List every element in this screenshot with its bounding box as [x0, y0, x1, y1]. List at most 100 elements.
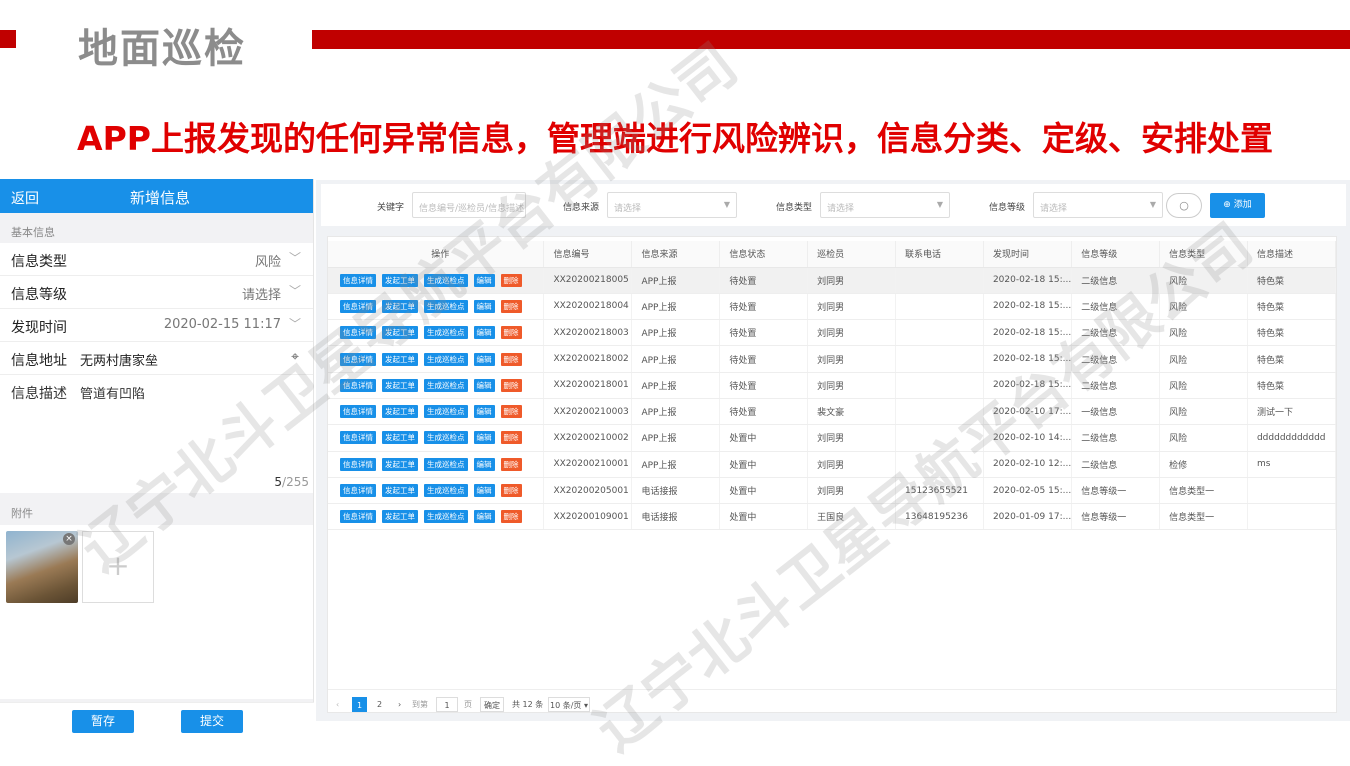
create-workorder-button[interactable]: 发起工单 — [382, 273, 418, 287]
table-row[interactable]: 信息详情 发起工单 生成巡检点 编辑 删除 XX20200218003 APP上报 待处置 刘同… — [328, 319, 1337, 347]
detail-button[interactable]: 信息详情 — [340, 299, 376, 313]
detail-button[interactable]: 信息详情 — [340, 326, 376, 340]
goto-page-input[interactable]: 1 — [436, 697, 458, 712]
delete-button[interactable]: 删除 — [500, 510, 522, 524]
table-cell: 2020-02-18 15:... — [983, 293, 1073, 321]
page-1[interactable]: 1 — [352, 697, 367, 712]
edit-button[interactable]: 编辑 — [473, 299, 495, 313]
create-workorder-button[interactable]: 发起工单 — [382, 431, 418, 445]
field-info-address[interactable]: 信息地址 无两村唐家垒 ⌖ — [0, 342, 313, 375]
description-textarea[interactable]: 管道有凹陷 — [80, 383, 145, 402]
type-select[interactable]: 请选择 ▼ — [820, 192, 950, 218]
detail-button[interactable]: 信息详情 — [340, 457, 376, 471]
field-info-type[interactable]: 信息类型 风险 ﹀ — [0, 243, 313, 276]
page-2[interactable]: 2 — [372, 697, 387, 712]
table-cell: 待处置 — [719, 372, 809, 399]
table-row[interactable]: 信息详情 发起工单 生成巡检点 编辑 删除 XX20200210001 APP上报 处置中 刘同… — [328, 451, 1337, 478]
generate-checkpoint-button[interactable]: 生成巡检点 — [424, 299, 468, 313]
generate-checkpoint-button[interactable]: 生成巡检点 — [424, 510, 468, 524]
delete-button[interactable]: 删除 — [500, 431, 522, 445]
field-label: 信息类型 — [11, 254, 67, 270]
submit-button[interactable]: 提交 — [181, 710, 243, 733]
prev-page-icon[interactable]: ‹ — [336, 697, 339, 712]
edit-button[interactable]: 编辑 — [473, 273, 495, 287]
table-cell: APP上报 — [631, 424, 721, 452]
create-workorder-button[interactable]: 发起工单 — [382, 405, 418, 419]
table-row[interactable]: 信息详情 发起工单 生成巡检点 编辑 删除 XX20200109001 电话接报 处置中 王国良… — [328, 503, 1337, 531]
generate-checkpoint-button[interactable]: 生成巡检点 — [424, 378, 468, 392]
generate-checkpoint-button[interactable]: 生成巡检点 — [424, 352, 468, 366]
back-button[interactable]: 返回 — [11, 188, 39, 208]
goto-confirm-button[interactable]: 确定 — [480, 697, 504, 712]
table-cell: XX20200210001 — [543, 451, 633, 478]
generate-checkpoint-button[interactable]: 生成巡检点 — [424, 431, 468, 445]
detail-button[interactable]: 信息详情 — [340, 378, 376, 392]
delete-button[interactable]: 删除 — [500, 299, 522, 313]
delete-button[interactable]: 删除 — [500, 352, 522, 366]
delete-button[interactable]: 删除 — [500, 326, 522, 340]
row-actions: 信息详情 发起工单 生成巡检点 编辑 删除 — [328, 477, 545, 505]
detail-button[interactable]: 信息详情 — [340, 431, 376, 445]
delete-button[interactable]: 删除 — [500, 378, 522, 392]
create-workorder-button[interactable]: 发起工单 — [382, 484, 418, 498]
create-workorder-button[interactable]: 发起工单 — [382, 326, 418, 340]
slide-headline: APP上报发现的任何异常信息，管理端进行风险辨识，信息分类、定级、安排处置 — [77, 119, 1273, 158]
generate-checkpoint-button[interactable]: 生成巡检点 — [424, 457, 468, 471]
row-actions: 信息详情 发起工单 生成巡检点 编辑 删除 — [328, 503, 545, 531]
address-input[interactable]: 无两村唐家垒 — [80, 350, 158, 369]
plus-circle-icon: ⊕ — [1223, 200, 1231, 210]
location-pin-icon[interactable]: ⌖ — [291, 349, 299, 365]
edit-button[interactable]: 编辑 — [473, 352, 495, 366]
edit-button[interactable]: 编辑 — [473, 484, 495, 498]
table-row[interactable]: 信息详情 发起工单 生成巡检点 编辑 删除 XX20200218001 APP上报 待处置 刘同… — [328, 372, 1337, 399]
edit-button[interactable]: 编辑 — [473, 431, 495, 445]
table-row[interactable]: 信息详情 发起工单 生成巡检点 编辑 删除 XX20200205001 电话接报 处置中 刘同男… — [328, 477, 1337, 505]
level-label: 信息等级 — [989, 203, 1026, 213]
field-info-level[interactable]: 信息等级 请选择 ﹀ — [0, 276, 313, 309]
delete-button[interactable]: 删除 — [500, 273, 522, 287]
table-cell: APP上报 — [631, 293, 721, 321]
generate-checkpoint-button[interactable]: 生成巡检点 — [424, 273, 468, 287]
add-attachment-button[interactable]: + — [82, 531, 154, 603]
page-size-select[interactable]: 10 条/页 ▾ — [548, 697, 590, 712]
generate-checkpoint-button[interactable]: 生成巡检点 — [424, 326, 468, 340]
table-cell: ms — [1247, 451, 1337, 478]
edit-button[interactable]: 编辑 — [473, 405, 495, 419]
field-info-description[interactable]: 信息描述 管道有凹陷 5/255 — [0, 375, 313, 493]
generate-checkpoint-button[interactable]: 生成巡检点 — [424, 484, 468, 498]
table-row[interactable]: 信息详情 发起工单 生成巡检点 编辑 删除 XX20200218005 APP上报 待处置 刘同… — [328, 267, 1337, 294]
save-draft-button[interactable]: 暂存 — [72, 710, 134, 733]
create-workorder-button[interactable]: 发起工单 — [382, 510, 418, 524]
create-workorder-button[interactable]: 发起工单 — [382, 299, 418, 313]
keyword-input[interactable]: 信息编号/巡检员/信息描述 — [412, 192, 526, 218]
table-cell: 刘同男 — [807, 267, 896, 294]
field-found-time[interactable]: 发现时间 2020-02-15 11:17 ﹀ — [0, 309, 313, 342]
edit-button[interactable]: 编辑 — [473, 326, 495, 340]
search-button[interactable]: ○ — [1166, 193, 1202, 218]
edit-button[interactable]: 编辑 — [473, 378, 495, 392]
next-page-icon[interactable]: › — [398, 697, 401, 712]
edit-button[interactable]: 编辑 — [473, 457, 495, 471]
add-button[interactable]: ⊕ 添加 — [1210, 193, 1265, 218]
detail-button[interactable]: 信息详情 — [340, 352, 376, 366]
table-row[interactable]: 信息详情 发起工单 生成巡检点 编辑 删除 XX20200210003 APP上报 待处置 裴文… — [328, 398, 1337, 426]
delete-button[interactable]: 删除 — [500, 484, 522, 498]
edit-button[interactable]: 编辑 — [473, 510, 495, 524]
create-workorder-button[interactable]: 发起工单 — [382, 352, 418, 366]
detail-button[interactable]: 信息详情 — [340, 273, 376, 287]
table-row[interactable]: 信息详情 发起工单 生成巡检点 编辑 删除 XX20200218004 APP上报 待处置 刘同… — [328, 293, 1337, 321]
table-row[interactable]: 信息详情 发起工单 生成巡检点 编辑 删除 XX20200218002 APP上报 待处置 刘同… — [328, 345, 1337, 373]
level-select[interactable]: 请选择 ▼ — [1033, 192, 1163, 218]
table-row[interactable]: 信息详情 发起工单 生成巡检点 编辑 删除 XX20200210002 APP上报 处置中 刘同… — [328, 424, 1337, 452]
source-select[interactable]: 请选择 ▼ — [607, 192, 737, 218]
delete-button[interactable]: 删除 — [500, 405, 522, 419]
attachment-thumbnail[interactable]: × — [6, 531, 78, 603]
detail-button[interactable]: 信息详情 — [340, 484, 376, 498]
generate-checkpoint-button[interactable]: 生成巡检点 — [424, 405, 468, 419]
create-workorder-button[interactable]: 发起工单 — [382, 457, 418, 471]
detail-button[interactable]: 信息详情 — [340, 405, 376, 419]
delete-button[interactable]: 删除 — [500, 457, 522, 471]
detail-button[interactable]: 信息详情 — [340, 510, 376, 524]
create-workorder-button[interactable]: 发起工单 — [382, 378, 418, 392]
remove-attachment-icon[interactable]: × — [63, 533, 75, 545]
